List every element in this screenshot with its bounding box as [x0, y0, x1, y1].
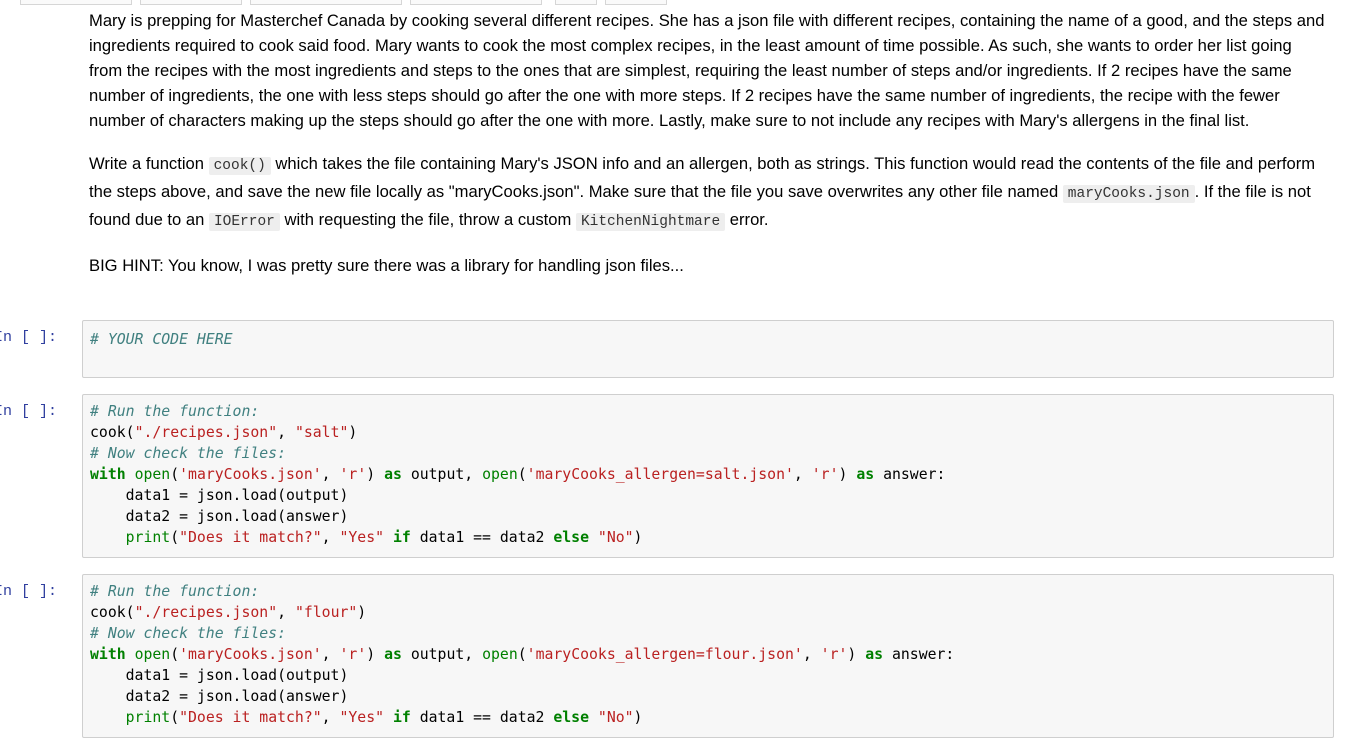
- inline-code: cook(): [208, 157, 271, 175]
- code-comment: # YOUR CODE HERE: [90, 331, 233, 348]
- toolbar-button[interactable]: [250, 0, 402, 5]
- inline-code: KitchenNightmare: [575, 213, 726, 231]
- toolbar-button[interactable]: [20, 0, 132, 5]
- inline-code: IOError: [208, 213, 280, 231]
- toolbar-strip: [0, 0, 1353, 8]
- code-editor[interactable]: # Run the function: cook("./recipes.json…: [90, 401, 1326, 548]
- toolbar-button[interactable]: [605, 0, 667, 5]
- code-cell-1[interactable]: # YOUR CODE HERE: [82, 320, 1334, 378]
- markdown-cell[interactable]: Mary is prepping for Masterchef Canada b…: [89, 8, 1329, 278]
- inline-code: maryCooks.json: [1062, 185, 1195, 203]
- cell-prompt: In [ ]:: [0, 403, 58, 420]
- cell-prompt: In [ ]:: [0, 329, 58, 346]
- hint-text: BIG HINT: You know, I was pretty sure th…: [89, 256, 684, 275]
- code-cell-3[interactable]: # Run the function: cook("./recipes.json…: [82, 574, 1334, 738]
- function-description: Write a function cook() which takes the …: [89, 154, 1316, 231]
- toolbar-button[interactable]: [555, 0, 597, 5]
- code-cell-2[interactable]: # Run the function: cook("./recipes.json…: [82, 394, 1334, 558]
- toolbar-button[interactable]: [410, 0, 542, 5]
- code-editor[interactable]: # Run the function: cook("./recipes.json…: [90, 581, 1326, 728]
- problem-description: Mary is prepping for Masterchef Canada b…: [89, 11, 1325, 130]
- toolbar-button[interactable]: [140, 0, 242, 5]
- cell-prompt: In [ ]:: [0, 583, 58, 600]
